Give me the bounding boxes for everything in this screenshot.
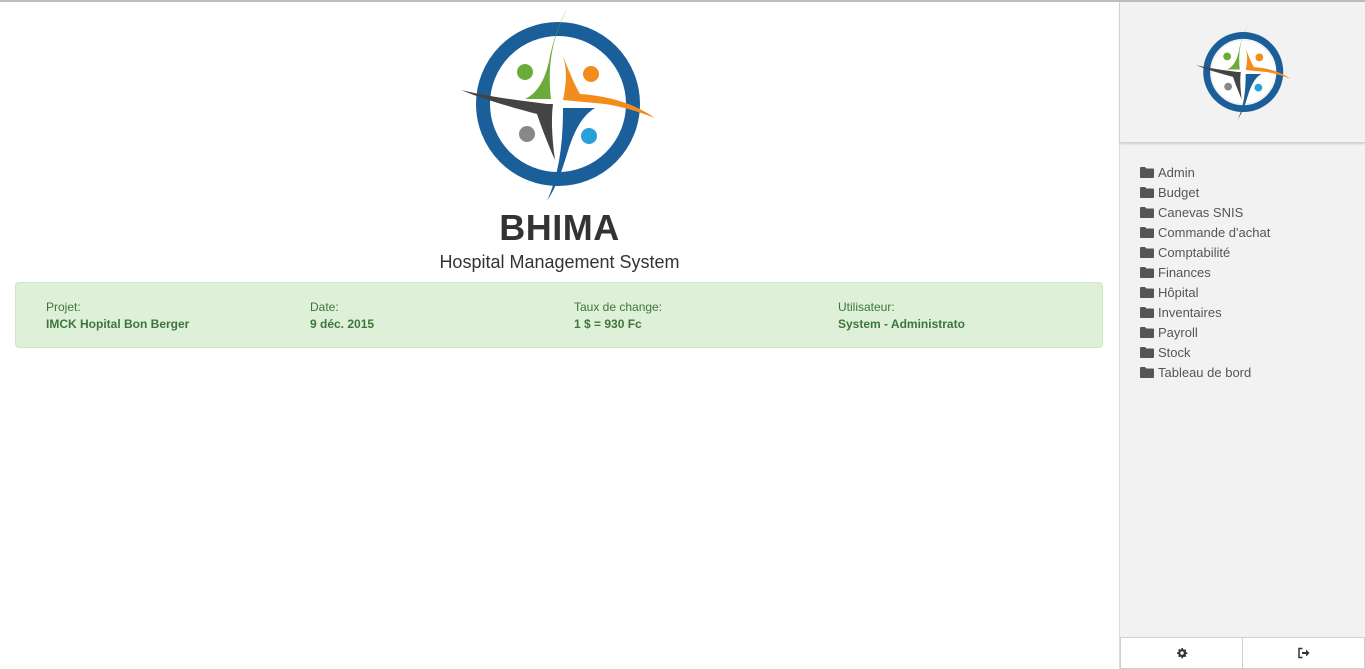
bhima-logo-small — [1195, 25, 1291, 120]
main-content: BHIMA Hospital Management System Projet:… — [0, 2, 1119, 669]
logout-button[interactable] — [1243, 637, 1365, 669]
session-info-panel: Projet: IMCK Hopital Bon Berger Date: 9 … — [15, 282, 1103, 348]
sidebar-item-label: Finances — [1158, 264, 1211, 280]
info-project: Projet: IMCK Hopital Bon Berger — [46, 299, 296, 333]
sidebar: Admin Budget Canevas SNIS Commande d'ach… — [1119, 2, 1365, 669]
folder-icon — [1140, 206, 1154, 218]
sidebar-item-inventaires[interactable]: Inventaires — [1140, 302, 1270, 322]
info-exchange-rate: Taux de change: 1 $ = 930 Fc — [574, 299, 824, 333]
info-value: 1 $ = 930 Fc — [574, 317, 642, 331]
gear-icon — [1176, 648, 1187, 659]
sidebar-item-label: Hôpital — [1158, 284, 1199, 300]
sidebar-item-label: Canevas SNIS — [1158, 204, 1244, 220]
sidebar-item-comptabilite[interactable]: Comptabilité — [1140, 242, 1270, 262]
folder-icon — [1140, 266, 1154, 278]
sidebar-header — [1120, 2, 1365, 143]
sidebar-item-stock[interactable]: Stock — [1140, 342, 1270, 362]
info-value: IMCK Hopital Bon Berger — [46, 317, 190, 331]
app-title: BHIMA — [499, 207, 620, 248]
folder-icon — [1140, 366, 1154, 378]
folder-icon — [1140, 226, 1154, 238]
sidebar-item-hopital[interactable]: Hôpital — [1140, 282, 1270, 302]
folder-icon — [1140, 166, 1154, 178]
sidebar-item-canevas-snis[interactable]: Canevas SNIS — [1140, 202, 1270, 222]
sidebar-footer — [1120, 637, 1365, 669]
folder-icon — [1140, 326, 1154, 338]
bhima-logo — [461, 8, 655, 201]
sidebar-item-payroll[interactable]: Payroll — [1140, 322, 1270, 342]
folder-icon — [1140, 246, 1154, 258]
info-label: Taux de change: — [574, 300, 663, 314]
folder-icon — [1140, 186, 1154, 198]
sidebar-item-commande-achat[interactable]: Commande d'achat — [1140, 222, 1270, 242]
sidebar-item-tableau-de-bord[interactable]: Tableau de bord — [1140, 362, 1270, 382]
sidebar-item-label: Comptabilité — [1158, 244, 1231, 260]
sign-out-icon — [1298, 647, 1310, 659]
sidebar-item-label: Inventaires — [1158, 304, 1222, 320]
info-value: System - Administrato — [838, 317, 965, 331]
sidebar-item-label: Payroll — [1158, 324, 1198, 340]
info-label: Utilisateur: — [838, 300, 895, 314]
sidebar-item-admin[interactable]: Admin — [1140, 162, 1270, 182]
sidebar-item-label: Budget — [1158, 184, 1200, 200]
sidebar-item-label: Commande d'achat — [1158, 224, 1271, 240]
sidebar-item-finances[interactable]: Finances — [1140, 262, 1270, 282]
settings-button[interactable] — [1120, 637, 1243, 669]
sidebar-menu: Admin Budget Canevas SNIS Commande d'ach… — [1140, 162, 1270, 382]
info-value: 9 déc. 2015 — [310, 317, 375, 331]
folder-icon — [1140, 286, 1154, 298]
info-label: Projet: — [46, 300, 81, 314]
sidebar-item-label: Tableau de bord — [1158, 364, 1252, 380]
folder-icon — [1140, 306, 1154, 318]
app-subtitle: Hospital Management System — [439, 252, 680, 272]
sidebar-item-label: Admin — [1158, 164, 1195, 180]
sidebar-item-label: Stock — [1158, 344, 1191, 360]
info-label: Date: — [310, 300, 339, 314]
info-date: Date: 9 déc. 2015 — [310, 299, 560, 333]
sidebar-item-budget[interactable]: Budget — [1140, 182, 1270, 202]
folder-icon — [1140, 346, 1154, 358]
info-user: Utilisateur: System - Administrato — [838, 299, 966, 333]
